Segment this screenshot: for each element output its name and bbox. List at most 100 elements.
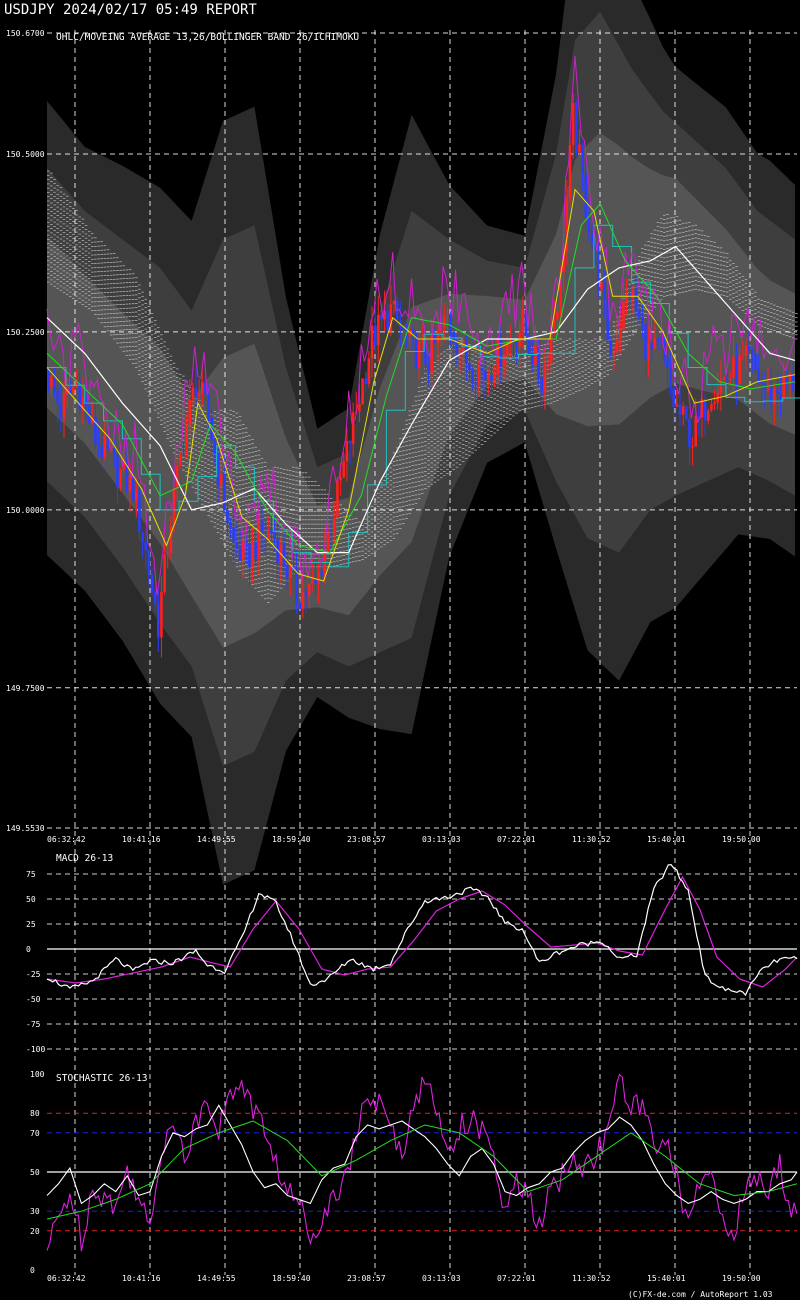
candle-body	[194, 387, 198, 397]
candle-body	[474, 382, 478, 385]
candle-body	[483, 371, 487, 380]
candle-body	[144, 542, 148, 551]
price-y-tick-label: 149.7500	[6, 684, 45, 693]
candle-body	[490, 375, 493, 381]
candle-body	[477, 368, 481, 385]
candle-body	[169, 525, 173, 553]
candle-body	[314, 579, 317, 584]
candle-body	[480, 368, 484, 372]
candle-body	[320, 571, 324, 576]
candle-body	[267, 529, 270, 539]
candle-body	[113, 449, 116, 455]
candle-body	[493, 375, 496, 381]
candle-body	[342, 461, 346, 478]
candle-body	[254, 541, 258, 559]
price-y-tick-label: 149.5530	[6, 824, 45, 833]
candle-body	[119, 469, 122, 487]
price-y-tick-label: 150.5000	[6, 150, 45, 159]
candle-body	[348, 440, 352, 444]
candle-body	[411, 329, 415, 334]
price-x-tick-label: 06:32:42	[47, 835, 86, 844]
price-x-tick-label: 23:08:57	[347, 835, 386, 844]
candle-body	[471, 370, 474, 383]
candle-body	[147, 550, 151, 576]
candle-body	[361, 378, 364, 405]
candle-body	[301, 591, 305, 609]
candle-body	[427, 364, 430, 373]
candle-body	[443, 315, 446, 329]
candle-body	[304, 591, 308, 596]
candle-body	[166, 552, 170, 554]
price-y-tick-label: 150.2500	[6, 328, 45, 337]
candle-body	[116, 454, 119, 487]
price-x-tick-label: 19:50:00	[722, 835, 761, 844]
price-x-tick-label: 14:49:55	[197, 835, 236, 844]
price-x-tick-label: 10:41:16	[122, 835, 161, 844]
candle-body	[282, 544, 286, 566]
candle-body	[97, 444, 100, 447]
candle-body	[219, 473, 223, 486]
candle-body	[232, 527, 236, 543]
candle-body	[175, 465, 179, 488]
candle-body	[150, 575, 154, 592]
candle-body	[515, 341, 518, 347]
candle-body	[317, 571, 320, 584]
candle-body	[238, 548, 242, 561]
candle-body	[182, 453, 185, 455]
candle-body	[421, 341, 424, 343]
candle-body	[201, 382, 204, 394]
price-x-tick-label: 07:22:01	[497, 835, 536, 844]
candle-body	[213, 440, 217, 454]
candle-body	[521, 309, 525, 333]
candle-body	[207, 393, 210, 418]
candle-body	[487, 375, 490, 380]
candle-body	[141, 531, 144, 543]
candle-body	[386, 310, 390, 331]
candle-body	[468, 363, 471, 371]
candle-body	[188, 399, 192, 425]
candle-body	[367, 358, 371, 384]
candle-body	[307, 583, 311, 596]
candle-body	[339, 477, 342, 481]
candle-body	[50, 376, 53, 388]
candle-body	[131, 475, 135, 501]
candle-body	[436, 330, 440, 343]
price-x-tick-label: 18:59:40	[272, 835, 311, 844]
chart-canvas: 150.6700 150.5000 150.2500 150.0000 149.7500…	[0, 0, 800, 1300]
candle-body	[336, 480, 339, 518]
price-y-tick-label: 150.0000	[6, 506, 45, 515]
candle-body	[109, 449, 113, 451]
candle-body	[373, 325, 377, 346]
price-x-tick-label: 15:40:01	[647, 835, 686, 844]
candle-body	[248, 543, 251, 568]
candle-body	[153, 591, 157, 604]
candle-body	[56, 390, 60, 404]
candle-body	[163, 553, 166, 593]
candle-body	[414, 333, 418, 368]
candle-body	[273, 533, 276, 540]
candle-body	[311, 579, 314, 584]
candle-body	[370, 325, 374, 359]
candle-body	[358, 404, 361, 412]
candle-body	[364, 378, 368, 384]
candle-body	[326, 533, 330, 551]
candle-body	[138, 489, 141, 532]
candle-body	[289, 566, 292, 578]
candle-body	[62, 393, 66, 419]
candle-body	[257, 520, 261, 559]
candle-body	[100, 446, 104, 458]
candle-body	[329, 533, 333, 535]
candle-body	[270, 529, 273, 534]
candle-body	[191, 387, 195, 400]
candle-body	[157, 603, 160, 638]
candle-body	[455, 342, 459, 354]
candle-body	[135, 489, 138, 501]
candle-body	[351, 412, 355, 444]
candle-body	[229, 522, 232, 528]
candle-body	[160, 592, 163, 638]
candle-body	[295, 569, 298, 604]
candle-body	[197, 393, 201, 397]
candle-body	[179, 453, 182, 466]
candle-body	[59, 403, 63, 419]
candle-body	[103, 435, 107, 458]
